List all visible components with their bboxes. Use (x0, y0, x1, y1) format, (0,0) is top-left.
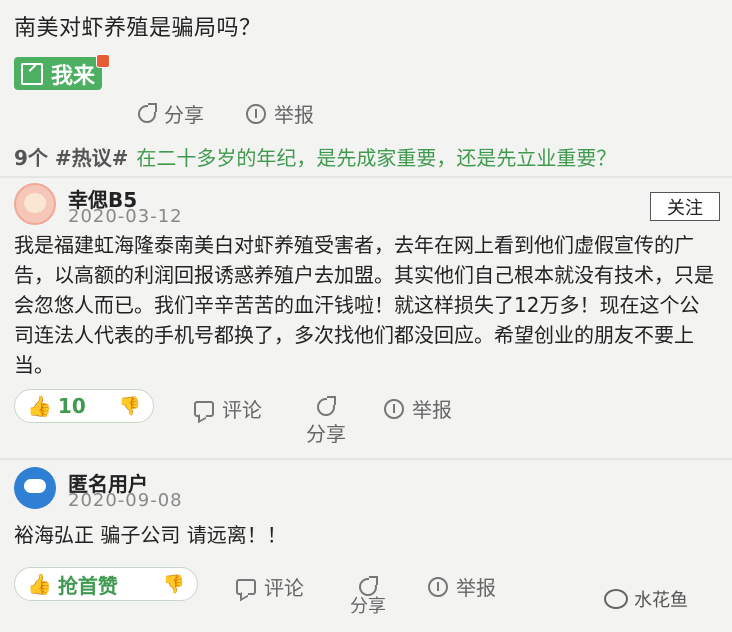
comment-icon (236, 578, 256, 595)
avatar[interactable] (14, 467, 56, 509)
answer-share-button[interactable]: 分享 (306, 396, 346, 447)
answer-date: 2020-03-12 (68, 206, 183, 227)
watermark: 水花鱼 (604, 586, 688, 612)
dislike-button[interactable]: 👎 (119, 396, 141, 417)
share-icon (359, 576, 378, 596)
comment-icon (194, 400, 214, 417)
share-label: 分享 (306, 422, 346, 446)
divider (0, 176, 732, 178)
report-icon (384, 398, 404, 419)
thumb-up-icon: 👍 (27, 572, 52, 596)
answer-text: 我是福建虹海隆泰南美白对虾养殖受害者，去年在网上看到他们虚假宣传的广告，以高额的… (14, 233, 714, 377)
dislike-button[interactable]: 👎 (163, 574, 185, 595)
answer-report-button[interactable]: 举报 (384, 394, 452, 423)
report-label: 举报 (412, 398, 452, 422)
topic-question-link[interactable]: 在二十多岁的年纪，是先成家重要，还是先立业重要？ (136, 142, 616, 171)
watermark-text: 水花鱼 (634, 590, 688, 611)
share-icon (138, 102, 157, 123)
report-label: 举报 (456, 576, 496, 600)
like-label: 抢首赞 (57, 573, 118, 598)
comment-button[interactable]: 评论 (236, 572, 304, 601)
answer-report-button[interactable]: 举报 (428, 572, 496, 601)
like-count: 10 (57, 394, 86, 418)
answer-text: 裕海弘正 骗子公司 请远离！！ (14, 523, 287, 547)
vote-control: 👍 抢首赞 👎 (14, 567, 198, 601)
share-label: 分享 (350, 596, 386, 617)
answer-button-label: 我来 (50, 63, 95, 89)
report-icon (428, 576, 448, 597)
topic-count: 9个 #热议# (14, 146, 129, 170)
hot-topic[interactable]: 9个 #热议# 在二十多岁的年纪，是先成家重要，还是先立业重要？ (14, 142, 616, 171)
divider (0, 458, 732, 460)
report-button[interactable]: 举报 (246, 99, 314, 128)
thumb-up-icon: 👍 (27, 394, 52, 418)
comment-label: 评论 (222, 398, 262, 422)
comment-button[interactable]: 评论 (194, 394, 262, 423)
share-icon (317, 396, 336, 416)
answer-button[interactable]: 我来 (14, 57, 102, 90)
thumb-down-icon: 👎 (118, 395, 141, 417)
question-title: 南美对虾养殖是骗局吗？ (14, 16, 262, 41)
answer-share-button[interactable]: 分享 (350, 576, 386, 618)
wechat-logo-icon (604, 589, 628, 609)
like-button[interactable]: 👍 抢首赞 (27, 570, 118, 599)
thumb-down-icon: 👎 (162, 573, 185, 595)
report-icon (246, 103, 266, 124)
like-button[interactable]: 👍 10 (27, 394, 86, 418)
red-packet-icon (96, 54, 110, 68)
comment-label: 评论 (264, 576, 304, 600)
avatar[interactable] (14, 183, 56, 225)
share-label: 分享 (164, 103, 204, 127)
edit-icon (20, 62, 43, 85)
share-button[interactable]: 分享 (138, 99, 204, 128)
vote-control: 👍 10 👎 (14, 389, 154, 423)
follow-button[interactable]: 关注 (650, 192, 720, 221)
answer-date: 2020-09-08 (68, 490, 183, 511)
report-label: 举报 (274, 103, 314, 127)
